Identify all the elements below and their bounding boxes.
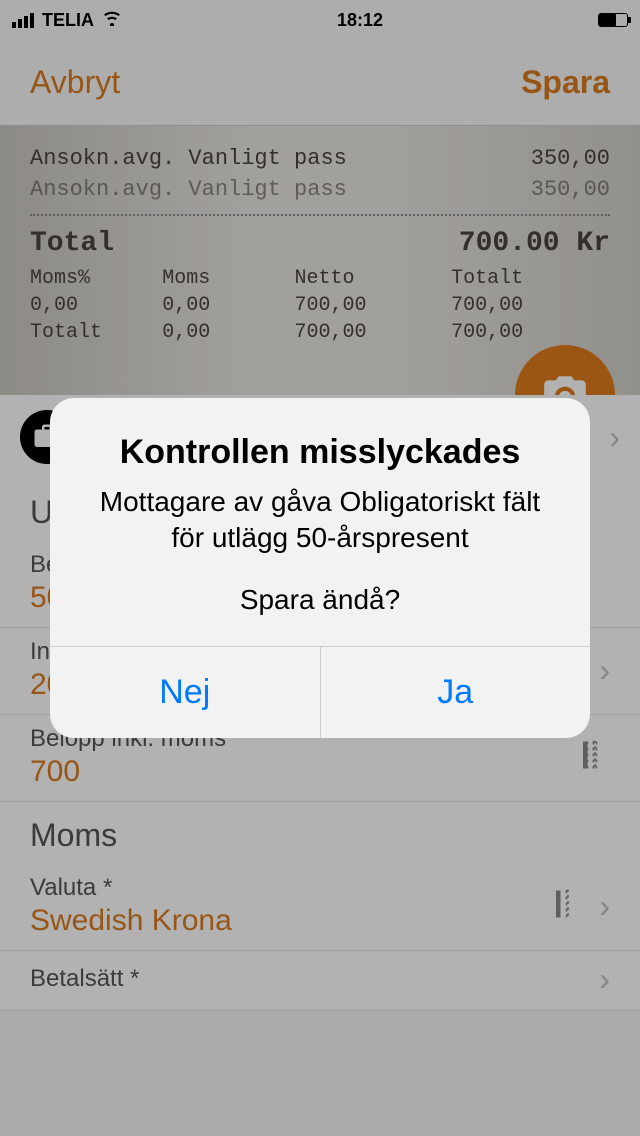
alert-title: Kontrollen misslyckades: [80, 433, 560, 472]
alert-message: Mottagare av gåva Obligatoriskt fält för…: [80, 484, 560, 557]
alert-yes-button[interactable]: Ja: [321, 647, 591, 738]
alert-dialog: Kontrollen misslyckades Mottagare av gåv…: [50, 398, 590, 739]
alert-no-button[interactable]: Nej: [50, 647, 321, 738]
alert-question: Spara ändå?: [80, 584, 560, 616]
modal-overlay: Kontrollen misslyckades Mottagare av gåv…: [0, 0, 640, 1136]
